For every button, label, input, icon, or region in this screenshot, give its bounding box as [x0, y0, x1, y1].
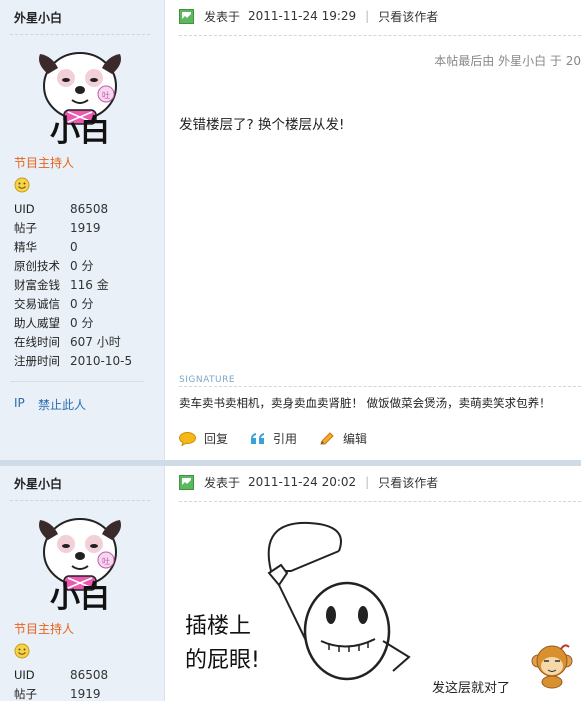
- post-time: 2011-11-24 20:02: [248, 475, 357, 489]
- divider: [179, 35, 581, 36]
- posted-label: 发表于: [204, 9, 241, 24]
- monkey-emoticon: [531, 644, 573, 689]
- user-role[interactable]: 节目主持人: [14, 620, 74, 637]
- reply-icon: [179, 431, 196, 446]
- ban-user-link[interactable]: 禁止此人: [38, 396, 86, 413]
- stat-key: 精华: [14, 240, 37, 254]
- avatar-caption: 小白: [50, 114, 110, 144]
- post-header: 发表于 2011-11-24 20:02 | 只看该作者: [179, 472, 438, 492]
- stat-key: 助人威望: [14, 316, 60, 330]
- last-edited-note: 本帖最后由 外星小白 于 20: [434, 54, 581, 68]
- avatar[interactable]: 吐 小白: [28, 44, 132, 144]
- stat-value: 0 分: [70, 297, 94, 311]
- quote-button[interactable]: 引用: [250, 430, 297, 447]
- post-time: 2011-11-24 19:29: [248, 9, 357, 23]
- stat-value: 607 小时: [70, 335, 121, 349]
- avatar-badge: 吐: [102, 557, 110, 566]
- signature-text: 卖车卖书卖相机，卖身卖血卖肾脏！ 做饭做菜会煲汤，卖萌卖笑求包养！: [179, 396, 551, 410]
- only-author-link[interactable]: 只看该作者: [378, 474, 438, 491]
- quote-label: 引用: [273, 432, 298, 446]
- avatar[interactable]: 吐 小白: [28, 510, 132, 610]
- smiley-icon: [14, 643, 30, 659]
- stat-value: 0 分: [70, 316, 94, 330]
- stat-value: 0: [70, 240, 78, 254]
- author-name[interactable]: 外星小白: [14, 9, 62, 26]
- post-1: 外星小白 吐 小白 节目主持人 UID 86508 帖子 1919 精华 0 原创技术…: [0, 0, 581, 460]
- stat-row: 交易诚信 0 分: [14, 295, 154, 314]
- stat-value: 1919: [70, 687, 101, 701]
- ip-link[interactable]: IP: [14, 396, 25, 410]
- reply-label: 回复: [204, 432, 229, 446]
- stat-value: 86508: [70, 202, 109, 216]
- stat-key: 在线时间: [14, 335, 60, 349]
- stat-row: 财富金钱 116 金: [14, 276, 154, 295]
- stat-value: 2010-10-5: [70, 354, 133, 368]
- stat-row: 帖子 1919: [14, 219, 154, 238]
- divider: [10, 381, 144, 382]
- stat-key: 注册时间: [14, 354, 60, 368]
- post-content: 发这层就对了: [432, 681, 511, 696]
- stat-key: 财富金钱: [14, 278, 60, 292]
- user-role[interactable]: 节目主持人: [14, 154, 74, 171]
- signature-label: SIGNATURE: [179, 375, 236, 385]
- post-body: 发表于 2011-11-24 19:29 | 只看该作者 本帖最后由 外星小白 …: [165, 0, 581, 460]
- separator: |: [365, 9, 370, 23]
- divider: [10, 500, 150, 501]
- post-icon: [179, 474, 194, 490]
- post-body: 发表于 2011-11-24 20:02 | 只看该作者 插楼上 的屁眼! 发这…: [165, 466, 581, 701]
- divider: [10, 34, 150, 35]
- post-header: 发表于 2011-11-24 19:29 | 只看该作者: [179, 6, 438, 26]
- divider: [179, 501, 581, 502]
- post-icon: [179, 8, 194, 24]
- post-content: 发错楼层了? 换个楼层从发!: [179, 117, 345, 133]
- stat-value: 0 分: [70, 259, 94, 273]
- stat-row: 帖子 1919: [14, 685, 154, 704]
- stat-row: 精华 0: [14, 238, 154, 257]
- edit-label: 编辑: [343, 432, 368, 446]
- post-actions: 回复 引用 编辑: [179, 430, 389, 447]
- user-stats: UID 86508 帖子 1919: [14, 666, 154, 704]
- stat-key: UID: [14, 202, 35, 216]
- divider: [179, 386, 581, 387]
- stat-key: 帖子: [14, 221, 37, 235]
- comic-text-line-2: 的屁眼!: [185, 648, 260, 673]
- smiley-icon: [14, 177, 30, 193]
- stat-row: UID 86508: [14, 200, 154, 219]
- quote-icon: [251, 433, 265, 444]
- author-name[interactable]: 外星小白: [14, 475, 62, 492]
- reply-button[interactable]: 回复: [179, 430, 228, 447]
- author-sidebar: 外星小白 吐 小白 节目主持人 UID 86508 帖子 1919 精华 0 原创技术…: [0, 0, 165, 460]
- stat-key: UID: [14, 668, 35, 682]
- post-2: 外星小白 吐 小白 节目主持人 UID 86508 帖子 1919 发表于 20…: [0, 466, 581, 701]
- stat-row: UID 86508: [14, 666, 154, 685]
- posted-label: 发表于: [204, 475, 241, 490]
- stat-row: 注册时间 2010-10-5: [14, 352, 154, 371]
- stat-key: 交易诚信: [14, 297, 60, 311]
- comic-image: 插楼上 的屁眼!: [185, 521, 411, 681]
- separator: |: [365, 475, 370, 489]
- avatar-badge: 吐: [102, 91, 110, 100]
- comic-text-line-1: 插楼上: [185, 614, 251, 639]
- stat-value: 86508: [70, 668, 109, 682]
- avatar-caption: 小白: [50, 580, 110, 610]
- edit-button[interactable]: 编辑: [319, 430, 367, 447]
- author-sidebar: 外星小白 吐 小白 节目主持人 UID 86508 帖子 1919: [0, 466, 165, 701]
- stat-key: 原创技术: [14, 259, 60, 273]
- stat-value: 1919: [70, 221, 101, 235]
- edit-icon: [320, 431, 334, 444]
- stat-row: 在线时间 607 小时: [14, 333, 154, 352]
- user-stats: UID 86508 帖子 1919 精华 0 原创技术 0 分 财富金钱 116 金 交易…: [14, 200, 154, 371]
- stat-row: 原创技术 0 分: [14, 257, 154, 276]
- stat-value: 116 金: [70, 278, 109, 292]
- stat-key: 帖子: [14, 687, 37, 701]
- only-author-link[interactable]: 只看该作者: [378, 8, 438, 25]
- stat-row: 助人威望 0 分: [14, 314, 154, 333]
